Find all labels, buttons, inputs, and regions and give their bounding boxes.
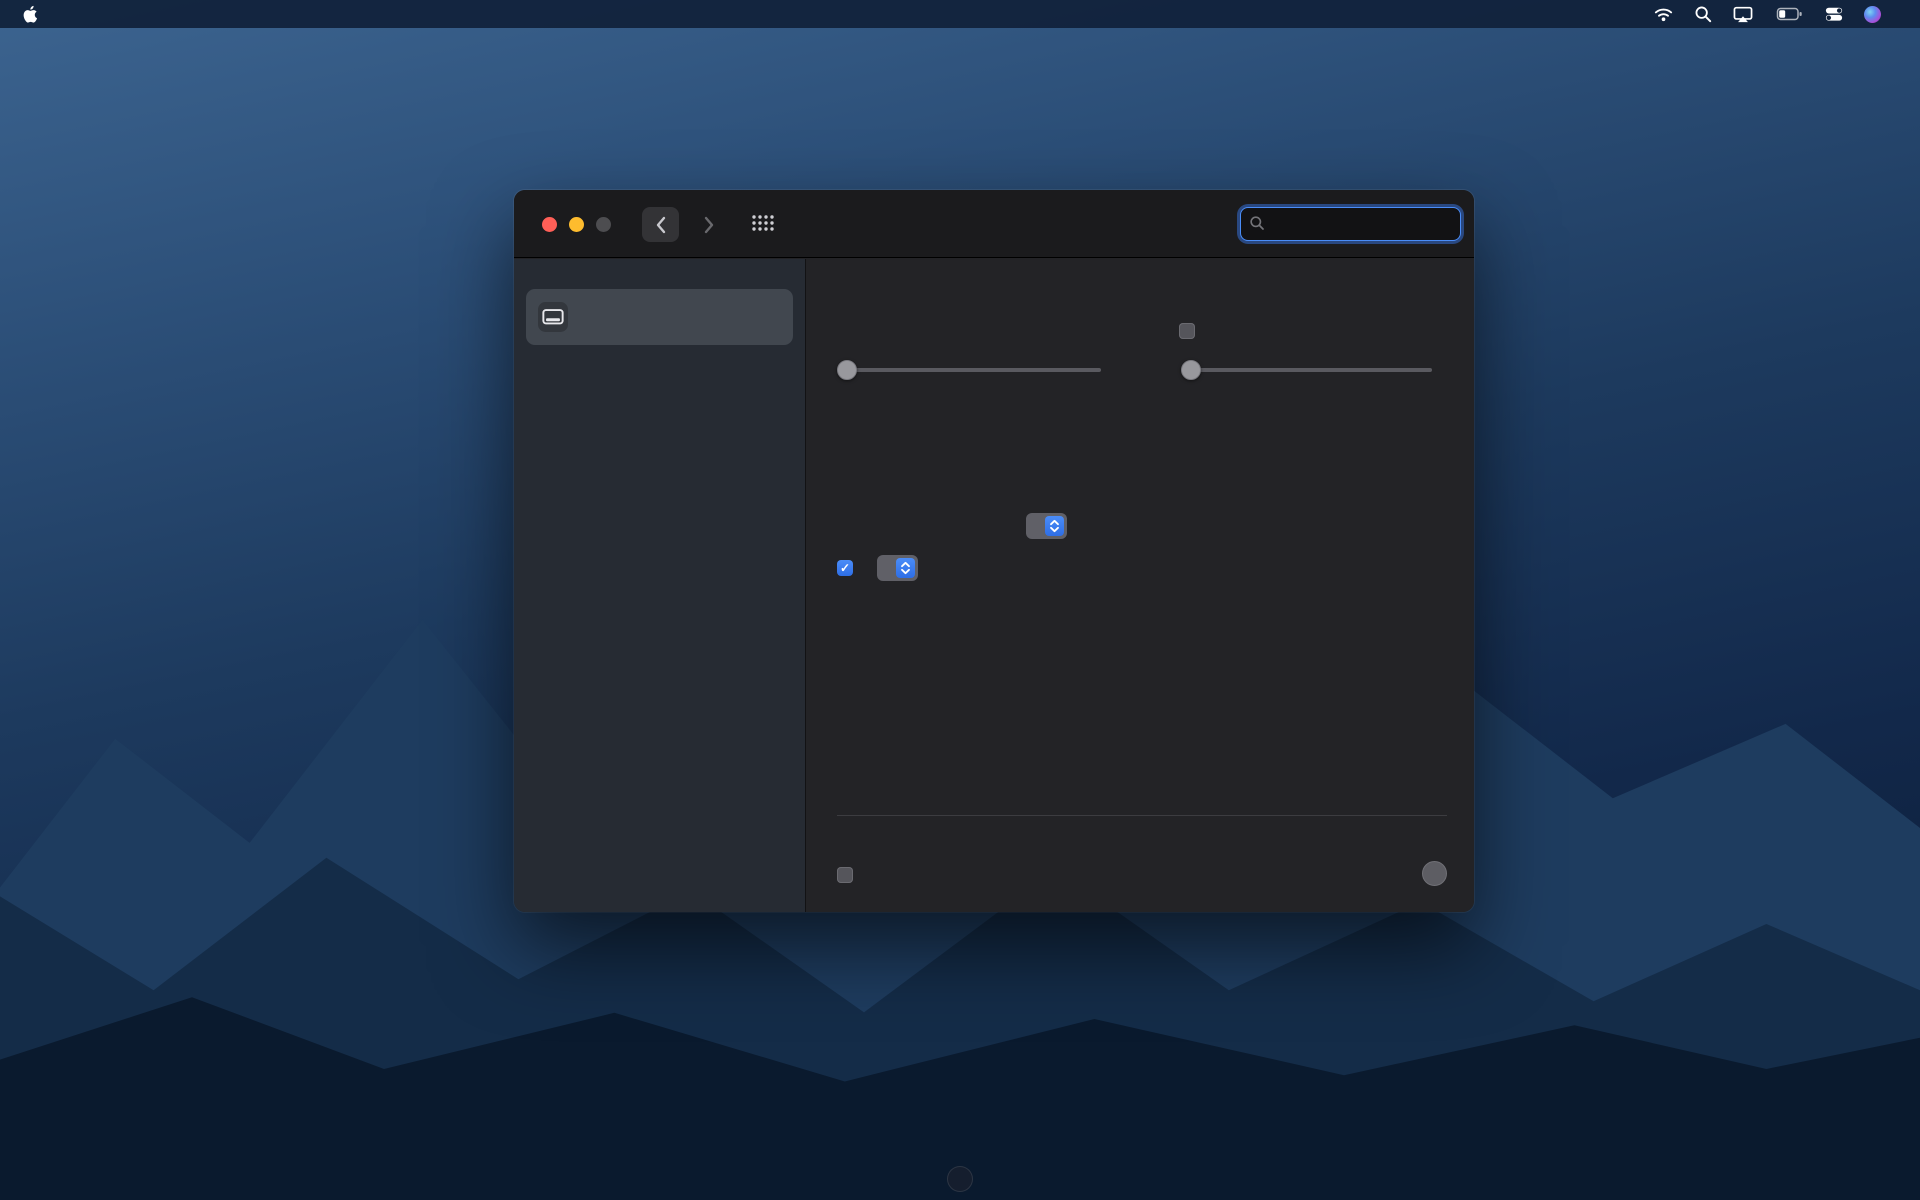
minimize-button[interactable]: [569, 217, 584, 232]
magnify-slider[interactable]: [1181, 360, 1432, 380]
dock: [947, 1166, 973, 1192]
autohide-menubar-checkbox[interactable]: [837, 867, 853, 883]
search-icon: [1249, 215, 1265, 236]
screen-mirroring-icon[interactable]: [1725, 5, 1761, 23]
forward-button[interactable]: [690, 207, 727, 242]
show-all-grid-icon[interactable]: [751, 213, 775, 238]
magnify-slider-thumb[interactable]: [1181, 360, 1201, 380]
spotlight-search-icon[interactable]: [1687, 5, 1719, 23]
close-button[interactable]: [542, 217, 557, 232]
search-input[interactable]: [1240, 207, 1461, 241]
wifi-status-icon[interactable]: [1646, 5, 1681, 23]
popup-stepper-icon: [896, 558, 915, 578]
help-button[interactable]: [1422, 861, 1447, 886]
window-titlebar: [514, 190, 1474, 258]
dock-prefs-icon: [538, 302, 568, 332]
section-divider: [837, 815, 1447, 816]
battery-status[interactable]: [1767, 5, 1811, 23]
double-click-checkbox[interactable]: [837, 560, 853, 576]
search-field-wrap: [1240, 207, 1461, 241]
control-center-icon[interactable]: [1817, 5, 1851, 23]
sidebar-item-dock-a-radek-nabidek-selected[interactable]: [526, 289, 793, 345]
popup-stepper-icon: [1045, 516, 1064, 536]
apple-menu-icon[interactable]: [22, 5, 38, 24]
battery-icon: [1776, 7, 1802, 21]
size-slider-thumb[interactable]: [837, 360, 857, 380]
system-preferences-window: [514, 190, 1474, 912]
size-slider-track[interactable]: [837, 368, 1101, 372]
size-slider[interactable]: [837, 360, 1101, 380]
back-button[interactable]: [642, 207, 679, 242]
magnify-checkbox[interactable]: [1179, 323, 1195, 339]
magnify-slider-track[interactable]: [1181, 368, 1432, 372]
menu-bar: [0, 0, 1920, 28]
dock-settings-pane: [807, 259, 1474, 912]
zoom-button-disabled: [596, 217, 611, 232]
sidebar: [514, 259, 806, 912]
double-click-popup[interactable]: [877, 555, 918, 581]
minimize-effect-popup[interactable]: [1026, 513, 1067, 539]
siri-icon[interactable]: [1857, 5, 1888, 23]
